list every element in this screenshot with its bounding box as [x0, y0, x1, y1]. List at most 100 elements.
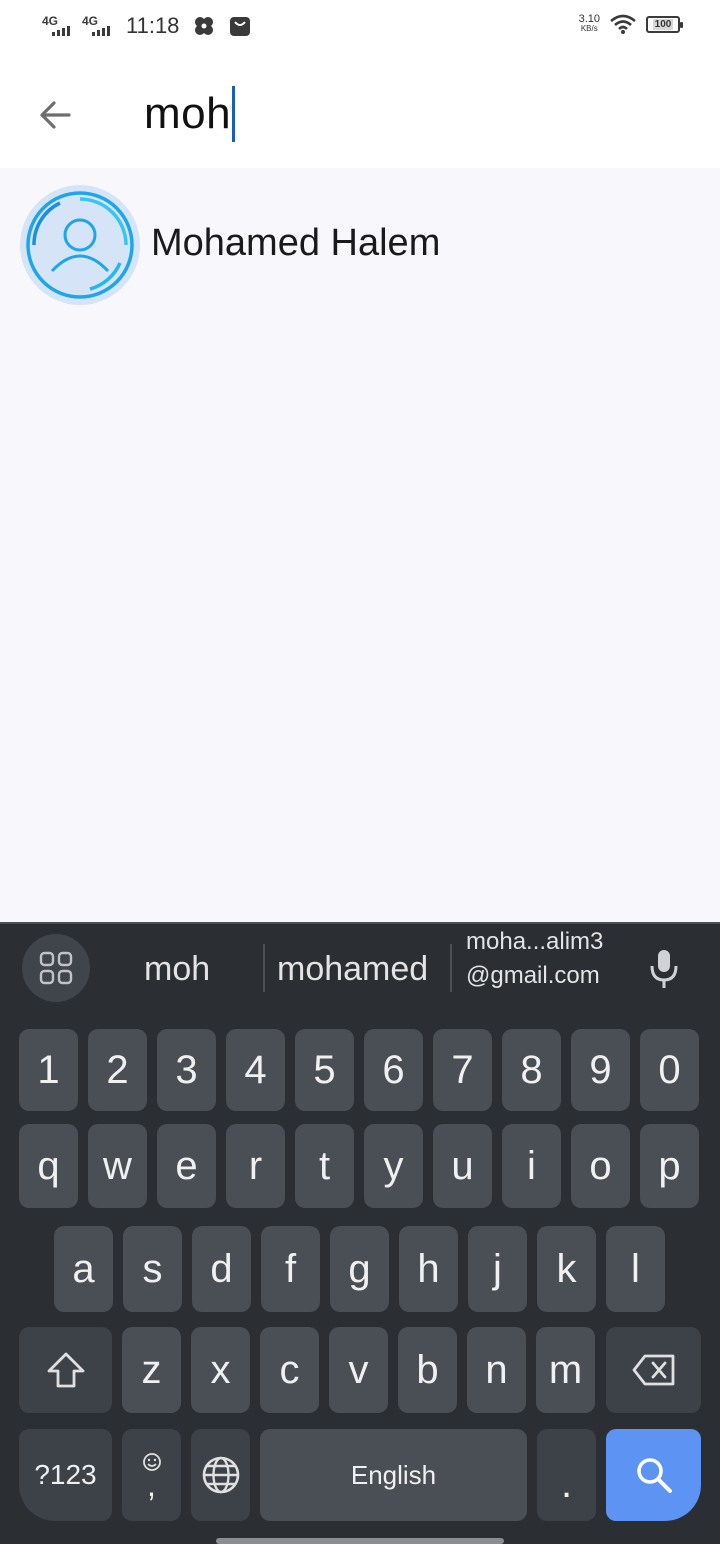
- search-enter-key[interactable]: [606, 1429, 701, 1521]
- letter-key-m[interactable]: m: [536, 1327, 595, 1413]
- letter-key-l[interactable]: l: [606, 1226, 665, 1312]
- search-input[interactable]: moh: [144, 84, 236, 144]
- keyboard-apps-button[interactable]: [22, 934, 90, 1002]
- key-label: u: [451, 1143, 474, 1188]
- letter-key-n[interactable]: n: [467, 1327, 526, 1413]
- key-label: k: [556, 1246, 577, 1291]
- suggestion-2[interactable]: mohamed: [277, 950, 428, 989]
- key-label: 2: [106, 1047, 129, 1092]
- text-cursor: [232, 86, 236, 142]
- backspace-key[interactable]: [606, 1327, 701, 1413]
- letter-key-i[interactable]: i: [502, 1124, 561, 1208]
- key-label: f: [284, 1246, 297, 1291]
- key-label: i: [527, 1143, 536, 1188]
- letter-key-b[interactable]: b: [398, 1327, 457, 1413]
- key-label: 0: [658, 1047, 681, 1092]
- arrow-left-icon: [40, 101, 71, 129]
- key-label: l: [631, 1246, 640, 1291]
- number-key-3[interactable]: 3: [157, 1029, 216, 1111]
- key-label: 9: [589, 1047, 612, 1092]
- key-label: h: [417, 1246, 440, 1291]
- navigation-handle[interactable]: [216, 1538, 504, 1544]
- key-label: r: [248, 1143, 263, 1188]
- letter-key-a[interactable]: a: [54, 1226, 113, 1312]
- letter-key-t[interactable]: t: [295, 1124, 354, 1208]
- key-label: 6: [382, 1047, 405, 1092]
- comma-key-label: ,: [147, 1467, 156, 1503]
- contact-result-row[interactable]: Mohamed Halem: [0, 182, 720, 308]
- key-label: n: [485, 1347, 508, 1392]
- key-label: s: [142, 1246, 163, 1291]
- number-key-8[interactable]: 8: [502, 1029, 561, 1111]
- suggestion-1[interactable]: moh: [144, 950, 210, 989]
- key-label: 7: [451, 1047, 474, 1092]
- space-key[interactable]: English: [260, 1429, 527, 1521]
- shift-key[interactable]: [19, 1327, 112, 1413]
- wifi-icon: [610, 14, 636, 34]
- back-button[interactable]: [30, 90, 80, 140]
- letter-key-c[interactable]: c: [260, 1327, 319, 1413]
- key-label: 1: [37, 1047, 60, 1092]
- search-icon: [636, 1458, 672, 1493]
- number-key-5[interactable]: 5: [295, 1029, 354, 1111]
- key-label: j: [493, 1246, 502, 1291]
- key-label: w: [103, 1143, 132, 1188]
- number-key-2[interactable]: 2: [88, 1029, 147, 1111]
- voice-input-button[interactable]: [640, 944, 688, 994]
- key-label: x: [210, 1347, 231, 1392]
- key-label: b: [416, 1347, 439, 1392]
- letter-key-v[interactable]: v: [329, 1327, 388, 1413]
- number-key-1[interactable]: 1: [19, 1029, 78, 1111]
- shift-arrow-icon: [47, 1352, 84, 1388]
- letter-key-k[interactable]: k: [537, 1226, 596, 1312]
- symbols-key-label: ?123: [34, 1459, 97, 1490]
- status-bar: 4G 4G 11:18 3.10 KB/s 100: [0, 0, 720, 56]
- key-label: 8: [520, 1047, 543, 1092]
- letter-key-y[interactable]: y: [364, 1124, 423, 1208]
- letter-key-d[interactable]: d: [192, 1226, 251, 1312]
- network-speed: 3.10 KB/s: [579, 14, 600, 34]
- letter-key-z[interactable]: z: [122, 1327, 181, 1413]
- letter-key-f[interactable]: f: [261, 1226, 320, 1312]
- key-label: e: [175, 1143, 198, 1188]
- key-label: q: [37, 1143, 60, 1188]
- letter-key-h[interactable]: h: [399, 1226, 458, 1312]
- suggestion-email-line1: moha...alim3: [466, 928, 604, 955]
- letter-key-p[interactable]: p: [640, 1124, 699, 1208]
- key-label: g: [348, 1246, 371, 1291]
- suggestion-email[interactable]: moha...alim3 @gmail.com: [466, 930, 603, 988]
- key-label: m: [548, 1347, 583, 1392]
- grid-apps-icon: [39, 951, 73, 985]
- key-label: o: [589, 1143, 612, 1188]
- letter-key-r[interactable]: r: [226, 1124, 285, 1208]
- letter-key-w[interactable]: w: [88, 1124, 147, 1208]
- emoji-comma-key[interactable]: ,: [122, 1429, 181, 1521]
- cellular-signal-1: 4G: [42, 12, 76, 40]
- letter-key-q[interactable]: q: [19, 1124, 78, 1208]
- search-header: moh: [0, 56, 720, 168]
- key-label: 3: [175, 1047, 198, 1092]
- backspace-icon: [632, 1354, 674, 1386]
- letter-key-u[interactable]: u: [433, 1124, 492, 1208]
- period-key[interactable]: .: [537, 1429, 596, 1521]
- letter-key-e[interactable]: e: [157, 1124, 216, 1208]
- key-label: 4: [244, 1047, 267, 1092]
- number-key-9[interactable]: 9: [571, 1029, 630, 1111]
- number-key-7[interactable]: 7: [433, 1029, 492, 1111]
- letter-key-o[interactable]: o: [571, 1124, 630, 1208]
- period-key-label: .: [560, 1462, 573, 1506]
- suggestion-bar: moh mohamed moha...alim3 @gmail.com: [0, 924, 720, 1016]
- letter-key-j[interactable]: j: [468, 1226, 527, 1312]
- number-key-4[interactable]: 4: [226, 1029, 285, 1111]
- fan-app-icon: [195, 17, 214, 35]
- suggestion-divider: [450, 944, 452, 992]
- key-label: c: [279, 1347, 300, 1392]
- letter-key-x[interactable]: x: [191, 1327, 250, 1413]
- number-key-6[interactable]: 6: [364, 1029, 423, 1111]
- person-avatar-icon: [20, 185, 140, 305]
- number-key-0[interactable]: 0: [640, 1029, 699, 1111]
- symbols-key[interactable]: ?123: [19, 1429, 112, 1521]
- language-key[interactable]: [191, 1429, 250, 1521]
- letter-key-s[interactable]: s: [123, 1226, 182, 1312]
- letter-key-g[interactable]: g: [330, 1226, 389, 1312]
